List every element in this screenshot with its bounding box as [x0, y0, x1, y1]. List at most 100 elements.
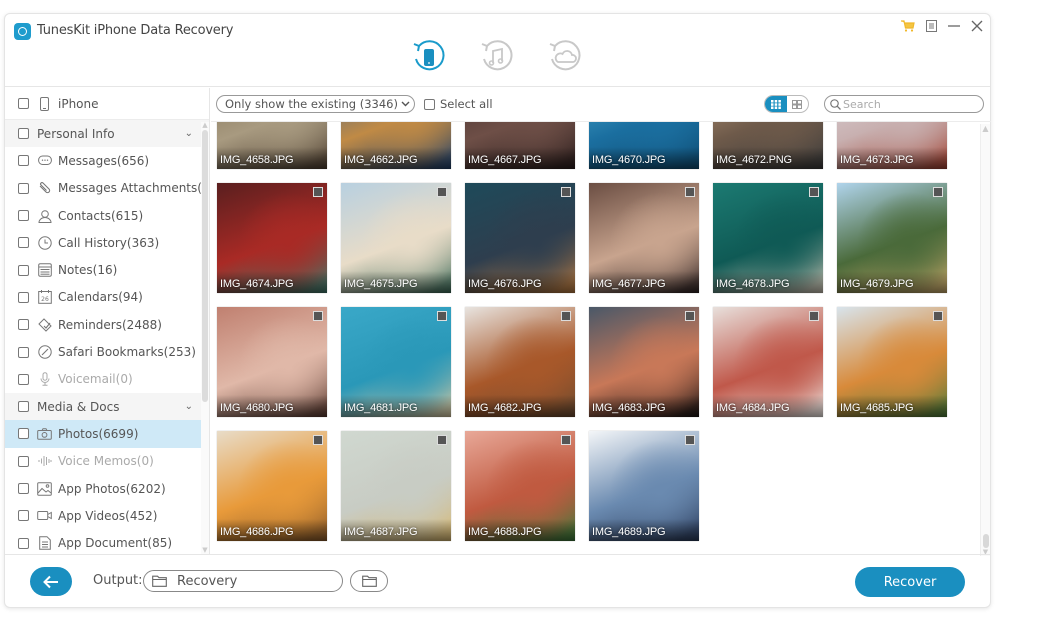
photo-thumbnail[interactable]: IMG_4678.JPG	[713, 183, 823, 293]
item-checkbox[interactable]	[18, 291, 29, 303]
photo-thumbnail[interactable]: IMG_4672.PNG	[713, 122, 823, 169]
item-checkbox[interactable]	[18, 537, 29, 549]
photo-checkbox[interactable]	[685, 187, 695, 197]
photo-checkbox[interactable]	[933, 187, 943, 197]
select-all-checkbox[interactable]	[423, 98, 435, 110]
select-all-toggle[interactable]: Select all	[423, 97, 493, 111]
item-checkbox[interactable]	[18, 155, 29, 167]
menu-button[interactable]	[924, 18, 938, 34]
sidebar-item[interactable]: Reminders(2488)	[5, 311, 209, 338]
item-checkbox[interactable]	[18, 264, 29, 276]
recover-button[interactable]: Recover	[855, 567, 965, 597]
photo-checkbox[interactable]	[809, 187, 819, 197]
photo-checkbox[interactable]	[437, 435, 447, 445]
chevron-down-icon[interactable]: ⌄	[185, 128, 193, 139]
photo-thumbnail[interactable]: IMG_4658.JPG	[217, 122, 327, 169]
item-checkbox[interactable]	[18, 237, 29, 249]
photo-thumbnail[interactable]: IMG_4680.JPG	[217, 307, 327, 417]
grid-view-button[interactable]	[765, 96, 787, 112]
large-view-button[interactable]	[787, 96, 809, 112]
photo-thumbnail[interactable]: IMG_4676.JPG	[465, 183, 575, 293]
photo-thumbnail[interactable]: IMG_4674.JPG	[217, 183, 327, 293]
photo-thumbnail[interactable]: IMG_4688.JPG	[465, 431, 575, 541]
scroll-up-arrow[interactable]: ▲	[981, 124, 990, 134]
group-checkbox[interactable]	[18, 401, 29, 413]
photo-checkbox[interactable]	[685, 435, 695, 445]
sidebar-item[interactable]: Safari Bookmarks(253)	[5, 338, 209, 365]
output-folder-field[interactable]: Recovery	[143, 570, 343, 592]
group-checkbox[interactable]	[18, 128, 29, 140]
scrollbar-thumb[interactable]	[983, 534, 989, 548]
arrow-left-icon	[43, 575, 58, 588]
photo-checkbox[interactable]	[561, 187, 571, 197]
sidebar-item[interactable]: Voicemail(0)	[5, 366, 209, 393]
minimize-button[interactable]	[947, 18, 961, 34]
device-checkbox[interactable]	[18, 98, 29, 109]
recover-from-device-tab[interactable]	[410, 38, 448, 76]
photo-thumbnail[interactable]: IMG_4673.JPG	[837, 122, 947, 169]
item-checkbox[interactable]	[18, 455, 29, 467]
photo-thumbnail[interactable]: IMG_4686.JPG	[217, 431, 327, 541]
photo-checkbox[interactable]	[561, 435, 571, 445]
item-checkbox[interactable]	[18, 346, 29, 358]
item-checkbox[interactable]	[18, 210, 29, 222]
item-checkbox[interactable]	[18, 483, 29, 494]
sidebar-item[interactable]: App Document(85)	[5, 529, 209, 554]
existing-filter-dropdown[interactable]: Only show the existing (3346)	[216, 95, 415, 113]
sidebar-item[interactable]: Call History(363)	[5, 229, 209, 256]
photo-checkbox[interactable]	[313, 435, 323, 445]
recover-from-icloud-tab[interactable]	[546, 38, 584, 76]
photo-checkbox[interactable]	[561, 311, 571, 321]
scroll-up-arrow[interactable]: ▲	[201, 122, 209, 129]
sidebar-item[interactable]: Messages(656)	[5, 147, 209, 174]
sidebar-scrollbar[interactable]: ▲ ▼	[201, 122, 209, 554]
sidebar-item[interactable]: Contacts(615)	[5, 202, 209, 229]
photo-checkbox[interactable]	[437, 311, 447, 321]
photo-checkbox[interactable]	[437, 187, 447, 197]
item-checkbox[interactable]	[18, 182, 29, 194]
item-checkbox[interactable]	[18, 428, 29, 440]
category-group-header[interactable]: Media & Docs ⌄	[5, 392, 209, 421]
item-checkbox[interactable]	[18, 373, 29, 385]
close-button[interactable]	[970, 18, 984, 34]
photo-thumbnail[interactable]: IMG_4667.JPG	[465, 122, 575, 169]
sidebar-item[interactable]: Voice Memos(0)	[5, 448, 209, 475]
photo-thumbnail[interactable]: IMG_4683.JPG	[589, 307, 699, 417]
photo-filename: IMG_4676.JPG	[468, 278, 542, 290]
cart-button[interactable]	[901, 18, 915, 34]
photo-thumbnail[interactable]: IMG_4662.JPG	[341, 122, 451, 169]
sidebar-item[interactable]: 26 Calendars(94)	[5, 284, 209, 311]
sidebar-item[interactable]: Photos(6699)	[5, 420, 209, 448]
photo-thumbnail[interactable]: IMG_4687.JPG	[341, 431, 451, 541]
recover-from-itunes-tab[interactable]	[478, 38, 516, 76]
device-row[interactable]: iPhone	[5, 88, 209, 120]
grid-scrollbar[interactable]: ▲ ▼	[980, 124, 990, 556]
browse-folder-button[interactable]	[350, 570, 388, 592]
photo-thumbnail[interactable]: IMG_4684.JPG	[713, 307, 823, 417]
sidebar-item[interactable]: Messages Attachments(22)	[5, 175, 209, 202]
item-checkbox[interactable]	[18, 319, 29, 331]
photo-thumbnail[interactable]: IMG_4675.JPG	[341, 183, 451, 293]
photo-thumbnail[interactable]: IMG_4682.JPG	[465, 307, 575, 417]
photo-thumbnail[interactable]: IMG_4670.JPG	[589, 122, 699, 169]
photo-checkbox[interactable]	[313, 187, 323, 197]
sidebar-item[interactable]: Notes(16)	[5, 256, 209, 283]
category-group-header[interactable]: Personal Info ⌄	[5, 120, 209, 148]
photo-checkbox[interactable]	[933, 311, 943, 321]
item-checkbox[interactable]	[18, 510, 29, 522]
sidebar-item[interactable]: App Videos(452)	[5, 502, 209, 529]
search-input[interactable]	[843, 97, 973, 111]
chevron-down-icon[interactable]: ⌄	[185, 401, 193, 412]
photo-checkbox[interactable]	[809, 311, 819, 321]
photo-thumbnail[interactable]: IMG_4681.JPG	[341, 307, 451, 417]
scroll-down-arrow[interactable]: ▼	[201, 547, 209, 554]
scrollbar-thumb[interactable]	[202, 130, 208, 402]
photo-thumbnail[interactable]: IMG_4685.JPG	[837, 307, 947, 417]
photo-thumbnail[interactable]: IMG_4677.JPG	[589, 183, 699, 293]
photo-thumbnail[interactable]: IMG_4689.JPG	[589, 431, 699, 541]
sidebar-item[interactable]: App Photos(6202)	[5, 475, 209, 502]
back-button[interactable]	[30, 567, 72, 596]
photo-thumbnail[interactable]: IMG_4679.JPG	[837, 183, 947, 293]
photo-checkbox[interactable]	[313, 311, 323, 321]
photo-checkbox[interactable]	[685, 311, 695, 321]
